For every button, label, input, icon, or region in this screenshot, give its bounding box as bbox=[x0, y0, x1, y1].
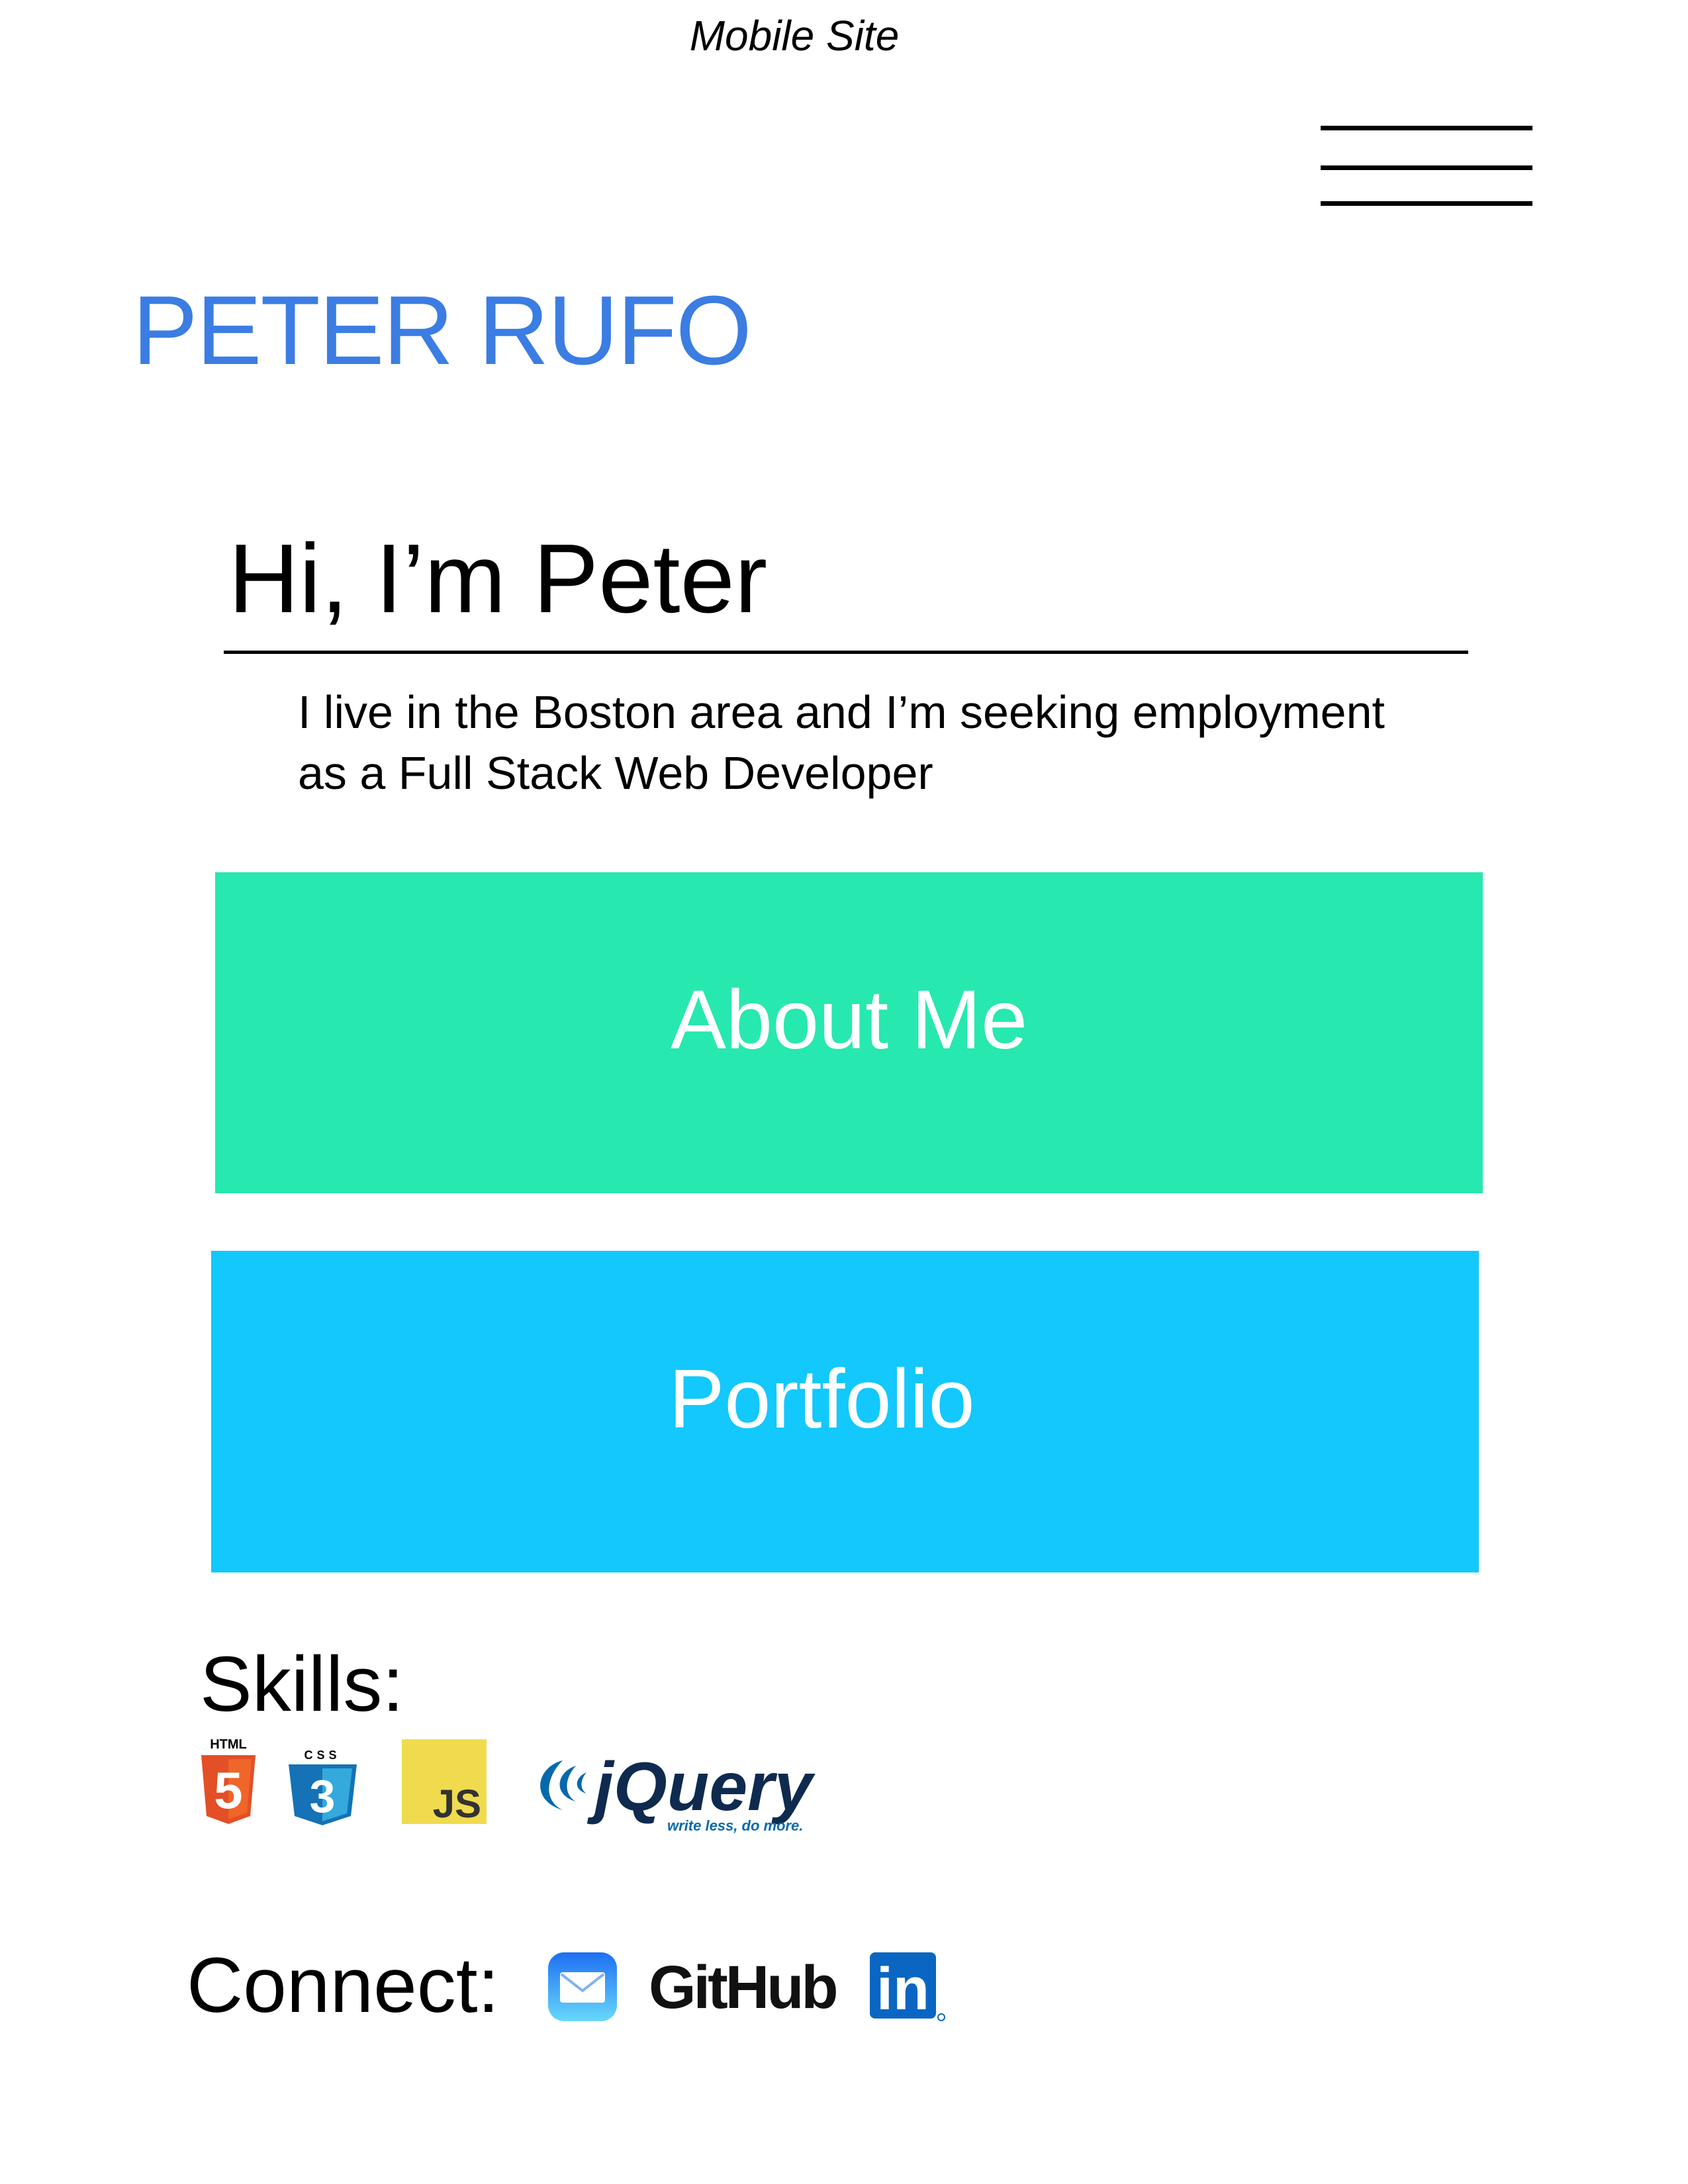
javascript-logo-text: JS bbox=[433, 1782, 481, 1824]
intro-text: I live in the Boston area and I’m seekin… bbox=[298, 682, 1463, 803]
about-me-label: About Me bbox=[670, 973, 1028, 1066]
portfolio-label: Portfolio bbox=[669, 1351, 975, 1445]
javascript-logo-icon: JS bbox=[402, 1739, 487, 1824]
linkedin-icon[interactable]: in bbox=[868, 1952, 948, 2025]
hamburger-menu-button[interactable] bbox=[1321, 126, 1532, 212]
menu-bar-bottom bbox=[1321, 201, 1532, 206]
css3-logo-glyph: 3 bbox=[310, 1770, 336, 1822]
skills-heading: Skills: bbox=[200, 1641, 404, 1728]
html5-logo-text: HTML bbox=[210, 1737, 247, 1752]
intro-line-1: I live in the Boston area and I’m seekin… bbox=[298, 686, 1385, 738]
github-logo-text: GitHub bbox=[649, 1954, 836, 2021]
greeting-heading: Hi, I’m Peter bbox=[228, 524, 768, 633]
menu-bar-middle bbox=[1321, 165, 1532, 170]
intro-line-2: as a Full Stack Web Developer bbox=[298, 747, 933, 799]
mail-icon[interactable] bbox=[548, 1952, 617, 2021]
jquery-tagline: write less, do more. bbox=[667, 1817, 803, 1833]
jquery-logo-icon: jQuery write less, do more. bbox=[523, 1747, 847, 1833]
linkedin-icon-text: in bbox=[876, 1956, 929, 2023]
site-title[interactable]: PETER RUFO bbox=[132, 278, 752, 384]
html5-logo-icon: HTML 5 bbox=[199, 1734, 258, 1827]
jquery-logo-text: jQuery bbox=[586, 1749, 816, 1825]
html5-logo-glyph: 5 bbox=[214, 1761, 242, 1819]
github-logo[interactable]: GitHub bbox=[649, 1952, 847, 2025]
about-me-button[interactable]: About Me bbox=[215, 872, 1483, 1193]
portfolio-button[interactable]: Portfolio bbox=[211, 1251, 1479, 1572]
greeting-divider bbox=[224, 651, 1468, 654]
connect-heading: Connect: bbox=[187, 1942, 500, 2029]
menu-bar-top bbox=[1321, 126, 1532, 130]
css3-logo-text: CSS bbox=[304, 1749, 340, 1762]
css3-logo-icon: CSS 3 bbox=[285, 1747, 361, 1827]
page-caption: Mobile Site bbox=[689, 12, 900, 60]
